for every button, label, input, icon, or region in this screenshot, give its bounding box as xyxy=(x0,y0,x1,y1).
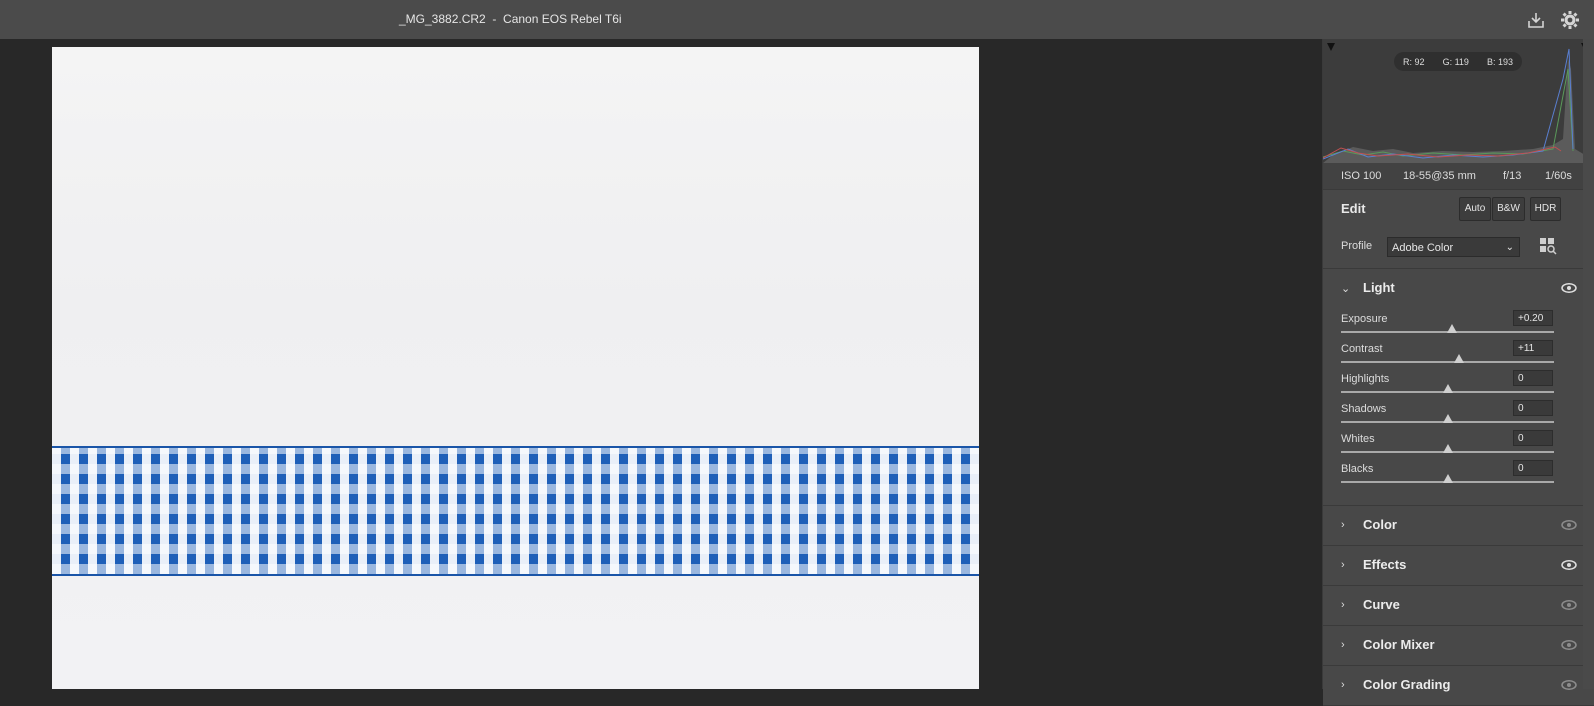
slider-value-input[interactable]: 0 xyxy=(1513,460,1553,476)
profile-label: Profile xyxy=(1341,240,1373,252)
chevron-down-icon: ⌄ xyxy=(1505,242,1514,253)
slider-whites[interactable]: Whites 0 xyxy=(1323,430,1594,463)
light-header[interactable]: ⌄ Light xyxy=(1323,269,1594,307)
shutter-value: 1/60s xyxy=(1545,170,1572,182)
slider-exposure[interactable]: Exposure +0.20 xyxy=(1323,310,1594,343)
light-title: Light xyxy=(1363,280,1395,295)
eye-icon[interactable] xyxy=(1561,520,1577,530)
chevron-right-icon: › xyxy=(1341,599,1345,611)
camera-info: ISO 100 18-55@35 mm f/13 1/60s xyxy=(1323,163,1594,189)
slider-track[interactable] xyxy=(1341,354,1554,363)
slider-highlights[interactable]: Highlights 0 xyxy=(1323,370,1594,403)
color-mixer-title: Color Mixer xyxy=(1363,637,1435,652)
slider-label: Highlights xyxy=(1341,373,1390,385)
slider-value-input[interactable]: 0 xyxy=(1513,400,1553,416)
title-bar: _MG_3882.CR2 - Canon EOS Rebel T6i xyxy=(0,0,1594,39)
histogram: R: 92 G: 119 B: 193 xyxy=(1323,39,1594,163)
chevron-right-icon: › xyxy=(1341,559,1345,571)
slider-thumb[interactable] xyxy=(1442,444,1453,453)
edit-panel: R: 92 G: 119 B: 193 ISO 100 18-55@35 mm … xyxy=(1322,39,1594,706)
curve-section[interactable]: › Curve xyxy=(1323,586,1594,626)
color-grading-section[interactable]: › Color Grading xyxy=(1323,666,1594,706)
slider-contrast[interactable]: Contrast +11 xyxy=(1323,340,1594,373)
slider-thumb[interactable] xyxy=(1446,324,1457,333)
aperture-value: f/13 xyxy=(1503,170,1522,182)
blue-value: B: 193 xyxy=(1486,56,1513,67)
color-mixer-section[interactable]: › Color Mixer xyxy=(1323,626,1594,666)
slider-value-input[interactable]: +11 xyxy=(1513,340,1553,356)
color-mixer-header[interactable]: › Color Mixer xyxy=(1323,626,1594,664)
profile-value: Adobe Color xyxy=(1392,242,1454,254)
slider-track[interactable] xyxy=(1341,384,1554,393)
profile-browser-icon[interactable] xyxy=(1539,237,1557,255)
light-section: ⌄ Light Exposure +0.20 Contrast +11 Highligh… xyxy=(1323,269,1594,506)
eye-icon[interactable] xyxy=(1561,640,1577,650)
curve-title: Curve xyxy=(1363,597,1400,612)
slider-thumb[interactable] xyxy=(1442,474,1453,483)
profile-select[interactable]: Adobe Color ⌄ xyxy=(1387,237,1520,257)
panel-scrollbar[interactable] xyxy=(1583,39,1594,689)
slider-label: Contrast xyxy=(1341,343,1383,355)
profile-row: Profile Adobe Color ⌄ xyxy=(1323,228,1594,269)
slider-value-input[interactable]: 0 xyxy=(1513,370,1553,386)
slider-track[interactable] xyxy=(1341,414,1554,423)
curve-header[interactable]: › Curve xyxy=(1323,586,1594,624)
chevron-right-icon: › xyxy=(1341,679,1345,691)
gingham-ribbon xyxy=(52,448,979,574)
iso-value: ISO 100 xyxy=(1341,170,1382,182)
rgb-readout: R: 92 G: 119 B: 193 xyxy=(1394,52,1522,71)
file-title: _MG_3882.CR2 - Canon EOS Rebel T6i xyxy=(399,12,622,26)
slider-track[interactable] xyxy=(1341,324,1554,333)
slider-blacks[interactable]: Blacks 0 xyxy=(1323,460,1594,493)
bw-button[interactable]: B&W xyxy=(1492,197,1525,221)
color-title: Color xyxy=(1363,517,1397,532)
slider-label: Blacks xyxy=(1341,463,1374,475)
photo-preview[interactable] xyxy=(52,47,979,689)
color-grading-header[interactable]: › Color Grading xyxy=(1323,666,1594,704)
chevron-down-icon: ⌄ xyxy=(1341,283,1351,295)
slider-thumb[interactable] xyxy=(1442,384,1453,393)
slider-shadows[interactable]: Shadows 0 xyxy=(1323,400,1594,433)
save-to-icon[interactable] xyxy=(1526,10,1546,30)
color-header[interactable]: › Color xyxy=(1323,506,1594,544)
slider-label: Exposure xyxy=(1341,313,1388,325)
slider-track[interactable] xyxy=(1341,474,1554,483)
color-section[interactable]: › Color xyxy=(1323,506,1594,546)
slider-value-input[interactable]: 0 xyxy=(1513,430,1553,446)
edit-header: Edit Auto B&W HDR xyxy=(1323,189,1594,229)
slider-value-input[interactable]: +0.20 xyxy=(1513,310,1553,326)
slider-label: Whites xyxy=(1341,433,1375,445)
eye-icon[interactable] xyxy=(1561,283,1577,293)
slider-label: Shadows xyxy=(1341,403,1387,415)
slider-thumb[interactable] xyxy=(1454,354,1465,363)
effects-header[interactable]: › Effects xyxy=(1323,546,1594,584)
eye-icon[interactable] xyxy=(1561,600,1577,610)
chevron-right-icon: › xyxy=(1341,639,1345,651)
chevron-right-icon: › xyxy=(1341,519,1345,531)
edit-title: Edit xyxy=(1341,201,1366,216)
color-grading-title: Color Grading xyxy=(1363,677,1451,692)
hdr-button[interactable]: HDR xyxy=(1530,197,1561,221)
slider-track[interactable] xyxy=(1341,444,1554,453)
eye-icon[interactable] xyxy=(1561,560,1577,570)
red-value: R: 92 xyxy=(1403,56,1425,67)
slider-thumb[interactable] xyxy=(1442,414,1453,423)
gear-icon[interactable] xyxy=(1560,10,1580,30)
lens-value: 18-55@35 mm xyxy=(1403,170,1476,182)
auto-button[interactable]: Auto xyxy=(1459,197,1491,221)
effects-section[interactable]: › Effects xyxy=(1323,546,1594,586)
effects-title: Effects xyxy=(1363,557,1407,572)
green-value: G: 119 xyxy=(1442,56,1469,67)
